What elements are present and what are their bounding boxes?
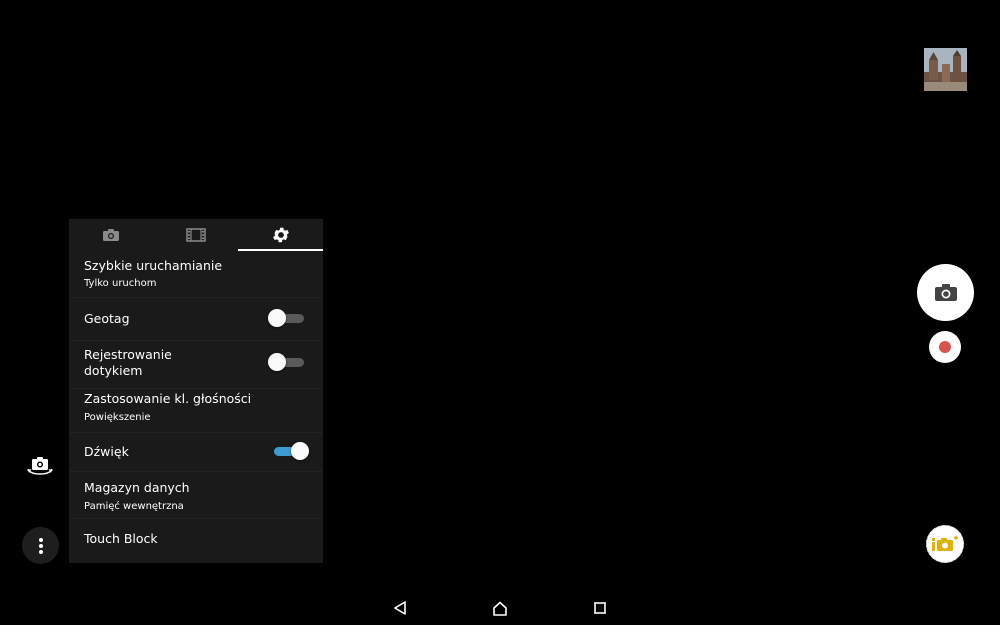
setting-title-line1: Rejestrowanie (84, 347, 172, 362)
active-tab-indicator (238, 249, 323, 251)
tab-camera[interactable] (69, 219, 153, 251)
switch-camera-button[interactable] (26, 455, 54, 477)
tab-video[interactable] (154, 219, 238, 251)
setting-geotag[interactable]: Geotag (69, 298, 323, 340)
more-vertical-icon (38, 537, 43, 554)
setting-title: Dźwięk (84, 444, 129, 459)
setting-title: Touch Block (84, 531, 158, 546)
setting-title: Zastosowanie kl. głośności (84, 391, 252, 406)
setting-title: Geotag (84, 311, 130, 326)
nav-recents-button[interactable] (590, 598, 610, 618)
setting-title-line2: dotykiem (84, 363, 143, 378)
record-button[interactable] (929, 331, 961, 363)
setting-touch-capture[interactable]: Rejestrowanie dotykiem (69, 341, 323, 388)
setting-title: Szybkie uruchamianie (84, 258, 223, 273)
tab-settings[interactable] (238, 219, 323, 251)
camera-apps-button[interactable] (926, 525, 964, 563)
switch-camera-icon (27, 457, 53, 475)
last-photo-thumbnail[interactable] (924, 48, 967, 91)
toggle-thumb (268, 353, 286, 371)
setting-touch-block[interactable]: Touch Block (69, 519, 323, 563)
settings-tabs (69, 219, 323, 251)
setting-value: Pamięć wewnętrzna (84, 501, 184, 512)
nav-back-button[interactable] (390, 598, 410, 618)
camera-icon (103, 229, 119, 241)
setting-sound[interactable]: Dźwięk (69, 433, 323, 471)
back-icon (394, 601, 406, 615)
thumbnail-image (924, 48, 967, 91)
camera-icon (934, 284, 957, 301)
setting-value: Tylko uruchom (84, 278, 157, 289)
nav-home-button[interactable] (490, 598, 510, 618)
gear-icon (272, 227, 289, 243)
setting-volume-key[interactable]: Zastosowanie kl. głośności Powiększenie (69, 389, 323, 432)
record-icon (939, 341, 951, 353)
film-icon (186, 228, 206, 242)
home-icon (493, 601, 507, 616)
recents-icon (594, 602, 606, 614)
setting-storage[interactable]: Magazyn danych Pamięć wewnętrzna (69, 472, 323, 518)
more-options-button[interactable] (22, 527, 59, 564)
setting-value: Powiększenie (84, 412, 151, 423)
toggle-thumb (268, 309, 286, 327)
touch-capture-toggle[interactable] (268, 352, 306, 372)
setting-quick-launch[interactable]: Szybkie uruchamianie Tylko uruchom (69, 252, 323, 297)
shutter-button[interactable] (917, 264, 974, 321)
camera-add-on-icon (932, 535, 958, 551)
settings-panel: Szybkie uruchamianie Tylko uruchom Geota… (69, 219, 323, 563)
geotag-toggle[interactable] (268, 308, 306, 328)
sound-toggle[interactable] (271, 441, 309, 461)
toggle-thumb (291, 442, 309, 460)
setting-title: Magazyn danych (84, 480, 190, 495)
